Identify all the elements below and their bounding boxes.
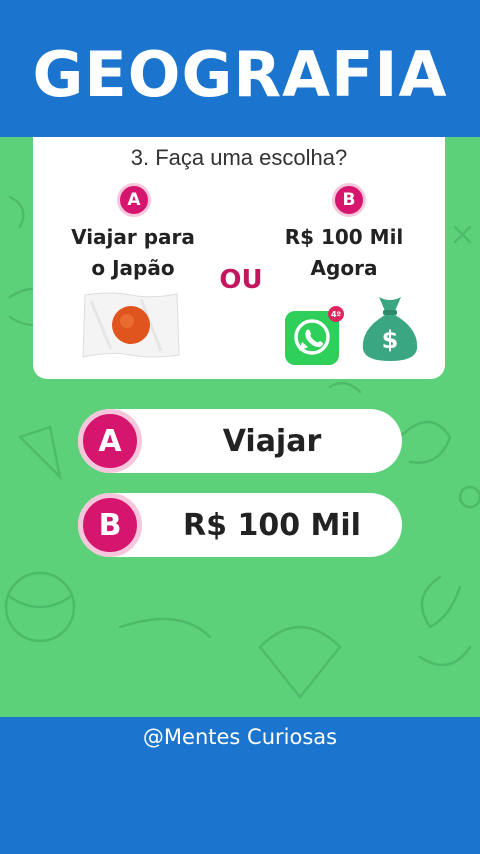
whatsapp-notification-count: 4º [331, 310, 342, 319]
header-bar: GEOGRAFIA [0, 0, 480, 137]
answer-option-b-button[interactable]: B R$ 100 Mil [78, 493, 402, 557]
footer-bar: @Mentes Curiosas [0, 717, 480, 854]
channel-handle: @Mentes Curiosas [142, 725, 338, 749]
option-a-line1: Viajar para [71, 225, 195, 249]
option-b-badge: B [332, 183, 366, 217]
money-bag-icon: $ [362, 297, 418, 361]
question-card: 3. Faça uma escolha? A Viajar para o Jap… [33, 137, 445, 379]
answer-option-a-button[interactable]: A Viajar [78, 409, 402, 473]
option-a-badge: A [117, 183, 151, 217]
option-b-label: R$ 100 Mil Agora [259, 222, 429, 284]
option-a-line2: o Japão [91, 256, 175, 280]
page-title: GEOGRAFIA [32, 38, 448, 111]
quiz-stage: 3. Faça uma escolha? A Viajar para o Jap… [0, 137, 480, 717]
whatsapp-icon: 4º [285, 306, 344, 365]
option-b-line2: Agora [310, 256, 378, 280]
option-b-line1: R$ 100 Mil [284, 225, 404, 249]
question-text: 3. Faça uma escolha? [130, 145, 348, 170]
svg-text:$: $ [382, 326, 399, 354]
answer-a-label: Viajar [222, 423, 322, 459]
japan-flag-icon [82, 292, 180, 358]
option-a-label: Viajar para o Japão [48, 222, 218, 284]
answer-a-badge: A [78, 409, 142, 473]
answer-b-badge: B [78, 493, 142, 557]
answer-b-label: R$ 100 Mil [183, 507, 361, 543]
